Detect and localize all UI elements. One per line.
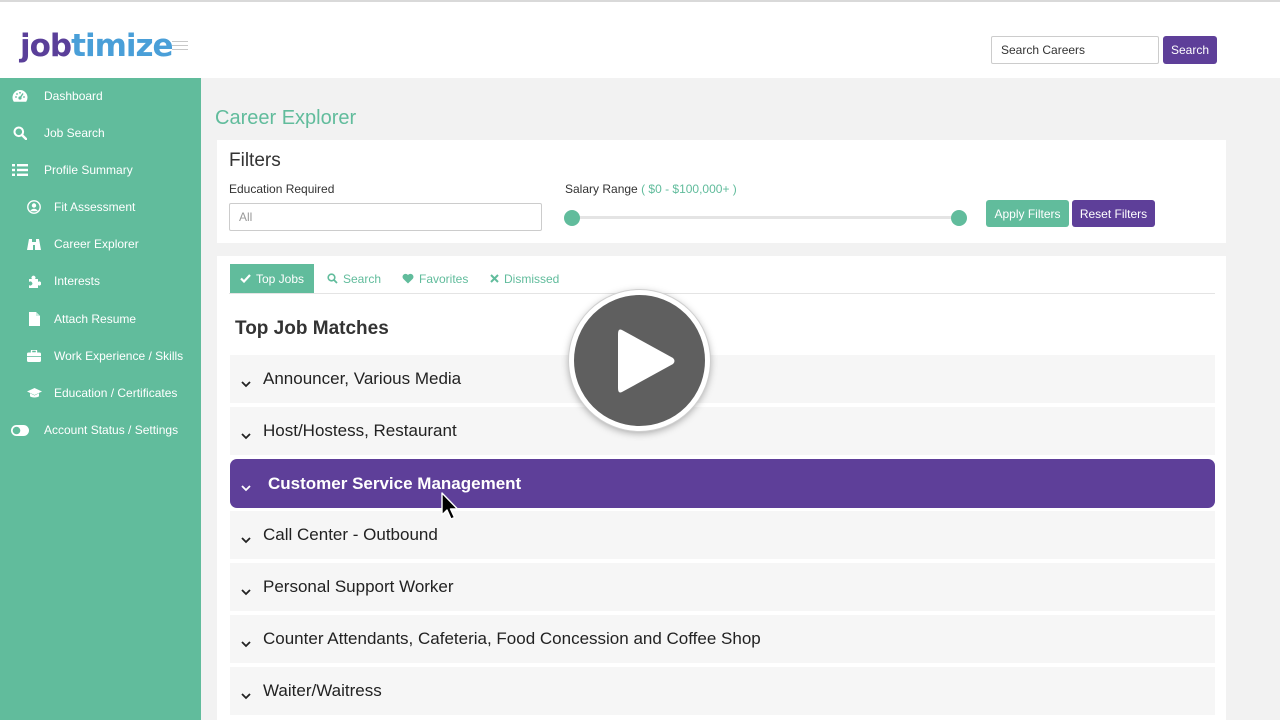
job-title: Customer Service Management [268,473,522,493]
job-row[interactable]: Waiter/Waitress [230,667,1215,715]
user-circle-icon [26,199,42,215]
sidebar-item-label: Dashboard [44,89,103,103]
tab-label: Dismissed [504,271,560,286]
sidebar-item-label: Work Experience / Skills [54,349,184,363]
chevron-down-icon [241,425,251,445]
search-icon [327,273,338,284]
tab-label: Favorites [419,271,469,286]
salary-slider-max-handle[interactable] [951,210,967,226]
salary-label-text: Salary Range [565,182,638,196]
sidebar-item-profile-summary[interactable]: Profile Summary [0,155,201,185]
heart-icon [402,273,414,284]
tabs-divider [229,293,1215,294]
chevron-down-icon [241,633,251,653]
chevron-down-icon [241,685,251,705]
job-title: Announcer, Various Media [263,369,462,388]
sidebar-item-label: Attach Resume [54,312,137,326]
sidebar-item-label: Fit Assessment [54,200,136,214]
sidebar-item-label: Interests [54,274,101,288]
search-icon [12,125,28,141]
salary-slider-track[interactable] [572,216,959,219]
dashboard-icon [12,88,28,104]
chevron-down-icon [241,373,251,393]
briefcase-icon [26,348,42,364]
toggle-icon [11,422,29,438]
sidebar: Dashboard Job Search Profile Summary Fit… [0,78,201,720]
sidebar-item-career-explorer[interactable]: Career Explorer [0,229,201,259]
graduation-cap-icon [26,385,42,401]
sidebar-item-account-status[interactable]: Account Status / Settings [0,415,201,445]
header: jobtimize Search [0,2,1280,78]
sidebar-item-fit-assessment[interactable]: Fit Assessment [0,192,201,222]
salary-slider-min-handle[interactable] [564,210,580,226]
mouse-cursor-icon [441,492,461,527]
chevron-down-icon [241,581,251,601]
tab-label: Search [343,271,382,286]
logo-part-1: job [20,28,72,64]
search-button[interactable]: Search [1163,36,1217,64]
job-title: Counter Attendants, Cafeteria, Food Conc… [263,629,761,648]
sidebar-item-education[interactable]: Education / Certificates [0,378,201,408]
video-play-button[interactable] [569,290,710,431]
tab-favorites[interactable]: Favorites [402,264,468,293]
job-title: Call Center - Outbound [263,525,438,544]
job-row[interactable]: Host/Hostess, Restaurant [230,407,1215,455]
job-row-selected[interactable]: Customer Service Management [230,459,1215,508]
education-select[interactable]: All [229,203,542,231]
job-row[interactable]: Announcer, Various Media [230,355,1215,403]
x-icon [490,274,499,283]
job-row[interactable]: Personal Support Worker [230,563,1215,611]
job-title: Host/Hostess, Restaurant [263,421,457,440]
job-row[interactable]: Call Center - Outbound [230,511,1215,559]
logo-part-2: timize [71,28,173,64]
list-icon [12,162,28,178]
apply-filters-button[interactable]: Apply Filters [986,200,1069,227]
sidebar-item-label: Profile Summary [44,163,133,177]
jobtimize-logo[interactable]: jobtimize [20,26,174,66]
salary-range-value: ( $0 - $100,000+ ) [641,182,737,196]
puzzle-icon [26,273,42,289]
tab-top-jobs[interactable]: Top Jobs [230,264,315,293]
chevron-down-icon [241,529,251,549]
sidebar-item-label: Education / Certificates [54,386,178,400]
job-title: Personal Support Worker [263,577,454,596]
tab-dismissed[interactable]: Dismissed [490,264,559,293]
education-label: Education Required [229,182,335,196]
salary-label: Salary Range ( $0 - $100,000+ ) [565,182,737,196]
sidebar-item-label: Job Search [44,126,105,140]
sidebar-item-job-search[interactable]: Job Search [0,118,201,148]
sidebar-item-label: Account Status / Settings [44,423,179,437]
check-icon [240,274,251,283]
binoculars-icon [26,236,42,252]
sidebar-item-label: Career Explorer [54,237,139,251]
job-title: Waiter/Waitress [263,681,382,700]
chevron-down-icon [241,477,251,497]
filters-title: Filters [229,150,281,171]
tab-search[interactable]: Search [327,264,381,293]
reset-filters-button[interactable]: Reset Filters [1072,200,1155,227]
page-title: Career Explorer [215,107,357,129]
filters-panel: Filters Education Required All Salary Ra… [217,140,1226,243]
sidebar-item-interests[interactable]: Interests [0,266,201,296]
search-careers-input[interactable] [991,36,1159,64]
menu-toggle-icon[interactable] [172,41,188,51]
sidebar-item-attach-resume[interactable]: Attach Resume [0,304,201,334]
file-icon [26,311,42,327]
sidebar-item-dashboard[interactable]: Dashboard [0,81,201,111]
job-row[interactable]: Counter Attendants, Cafeteria, Food Conc… [230,615,1215,663]
sidebar-item-work-experience[interactable]: Work Experience / Skills [0,341,201,371]
play-icon [618,329,675,393]
jobs-panel: Top Jobs Search Favorites Dismissed Top … [217,256,1226,720]
tab-label: Top Jobs [256,271,305,286]
section-title: Top Job Matches [235,318,389,339]
